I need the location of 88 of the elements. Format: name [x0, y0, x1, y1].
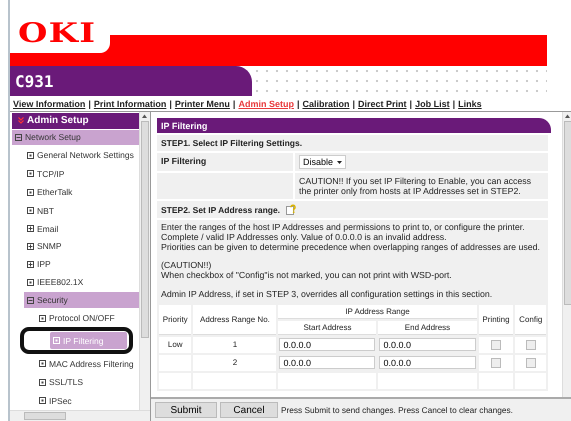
sidebar-item[interactable]: IPP — [24, 256, 139, 272]
minus-box-icon[interactable] — [15, 134, 22, 141]
sidebar-item[interactable]: IPSec — [36, 392, 139, 409]
dot-box-icon — [53, 337, 60, 344]
separator: | — [352, 99, 356, 109]
hint-text: Press Submit to send changes. Press Cancel to clear changes. — [281, 405, 513, 415]
separator: | — [296, 99, 300, 109]
nav-link[interactable]: Direct Print — [358, 99, 407, 109]
nav-link[interactable]: Printer Menu — [174, 99, 230, 109]
dot-box-icon — [27, 170, 34, 178]
checkbox[interactable] — [490, 340, 501, 350]
model-banner: C931 — [10, 66, 252, 96]
description-text: (CAUTION!!) — [161, 261, 212, 272]
description-text: When checkbox of "Config"is not marked, you can not print with WSD-port. — [161, 271, 453, 281]
filter-dropdown[interactable]: Disable — [299, 155, 346, 169]
setting-label: IP Filtering — [157, 153, 293, 171]
sidebar-item[interactable]: EtherTalk — [24, 184, 139, 201]
dot-box-icon — [39, 314, 46, 322]
column-header: End Address — [378, 320, 476, 335]
sidebar-item[interactable]: SNMP — [24, 238, 139, 254]
checkbox[interactable] — [526, 358, 536, 368]
sidebar-item[interactable]: SSL/TLS — [36, 374, 139, 390]
panel-title: IP Filtering — [157, 118, 551, 133]
sidebar-item[interactable]: Protocol ON/OFF — [36, 310, 139, 326]
separator: | — [452, 99, 456, 109]
checkbox[interactable] — [526, 340, 536, 350]
sidebar-item[interactable]: MAC Address Filtering — [36, 355, 139, 372]
separator: | — [88, 99, 91, 109]
scrollbar[interactable] — [139, 112, 150, 410]
help-icon[interactable] — [286, 204, 298, 215]
column-header: Priority — [159, 304, 192, 335]
nav-link[interactable]: Job List — [415, 99, 450, 109]
nav-link[interactable]: Admin Setup — [238, 99, 294, 109]
separator: | — [410, 99, 412, 109]
dot-box-icon — [39, 378, 46, 386]
scrollbar[interactable] — [10, 410, 150, 421]
address-field[interactable]: 0.0.0.0 — [379, 338, 476, 352]
dot-box-icon — [27, 152, 34, 159]
dot-box-icon — [27, 188, 34, 196]
step-heading: STEP2. Set IP Address range. — [161, 204, 280, 214]
nav-link[interactable]: Print Information — [94, 99, 166, 109]
plus-box-icon[interactable] — [27, 260, 34, 268]
sidebar-title: Admin Setup — [27, 115, 89, 126]
minus-box-icon[interactable] — [27, 296, 34, 304]
sidebar-item[interactable]: NBT — [24, 202, 139, 220]
up-arrow-icon[interactable] — [140, 112, 149, 120]
sidebar-item[interactable]: TCP/IP — [24, 166, 139, 182]
scrollbar[interactable] — [562, 112, 571, 397]
sidebar-item[interactable]: Network Setup — [12, 130, 139, 146]
address-field[interactable]: 0.0.0.0 — [279, 356, 376, 370]
separator: | — [232, 99, 236, 109]
caret-icon — [337, 160, 342, 164]
step-heading: STEP1. Select IP Filtering Settings. — [157, 135, 548, 151]
separator: | — [169, 99, 172, 109]
dot-box-icon — [39, 360, 46, 368]
checkbox[interactable] — [490, 358, 501, 368]
column-header: IP Address Range — [278, 304, 476, 319]
description-text: Complete / valid IP Addresses only. Value of 0.0.0.0 is an invalid address. — [161, 232, 447, 243]
nav-link[interactable]: Links — [458, 99, 482, 109]
column-header: Printing — [478, 304, 514, 335]
description-text: Admin IP Address, if set in STEP 3, overrides all configuration settings in this section. — [161, 290, 494, 300]
plus-box-icon[interactable] — [27, 242, 34, 250]
dot-box-icon — [39, 397, 46, 404]
sidebar-item[interactable]: General Network Settings — [24, 147, 139, 164]
sidebar-item[interactable]: IEEE802.1X — [24, 274, 139, 290]
dot-box-icon — [27, 207, 34, 214]
dot-box-icon — [27, 278, 34, 286]
description-text: Enter the ranges of the host IP Addresses and permissions to print to, or configure the printer. — [161, 223, 526, 233]
nav-link[interactable]: Calibration — [302, 99, 350, 109]
chevron-icon — [18, 117, 24, 124]
submit-button[interactable]: Submit — [155, 402, 217, 418]
up-arrow-icon[interactable] — [563, 112, 571, 120]
column-header: Address Range No. — [193, 304, 276, 335]
table-cell: 1 — [193, 336, 276, 353]
column-header: Config — [515, 304, 546, 335]
table-cell: Low — [159, 336, 192, 353]
nav-link[interactable]: View Information — [13, 99, 86, 109]
logo: OKI — [18, 20, 96, 47]
plus-box-icon[interactable] — [27, 225, 34, 232]
description-text: Priorities can be given to determine precedence when overlapping ranges of addresses are used. — [161, 242, 541, 252]
address-field[interactable]: 0.0.0.0 — [279, 338, 376, 352]
sidebar-item[interactable]: Security — [24, 292, 139, 308]
cancel-button[interactable]: Cancel — [220, 402, 278, 418]
caution-text: CAUTION!! If you set IP Filtering to Enable, you can access the printer only from hosts at IP Addresses set in STEP2. — [295, 173, 548, 199]
column-header: Start Address — [278, 320, 376, 335]
sidebar-item[interactable]: Email — [24, 221, 139, 237]
address-field[interactable]: 0.0.0.0 — [379, 356, 476, 370]
table-cell: 2 — [193, 354, 276, 371]
